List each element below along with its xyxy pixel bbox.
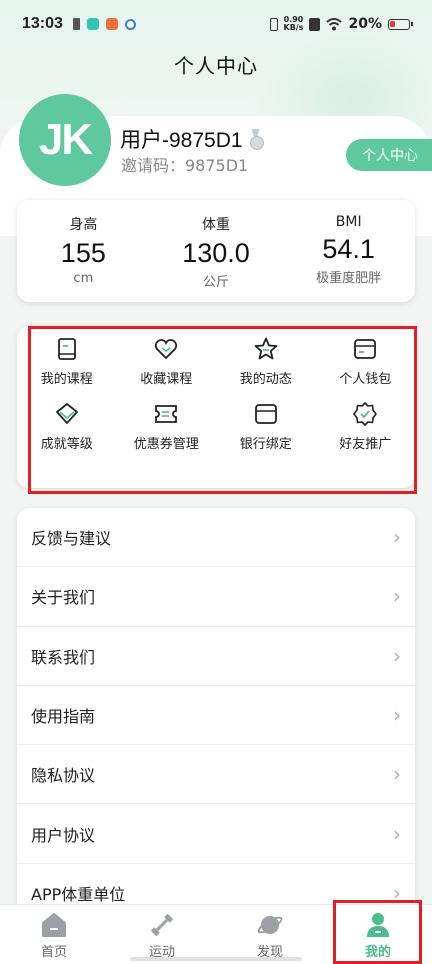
user-icon (367, 913, 389, 937)
grid-item-bank-binding[interactable]: 银行绑定 (216, 401, 316, 452)
coupon-icon (155, 405, 178, 423)
diamond-icon (55, 403, 78, 424)
notification-icons (72, 18, 136, 30)
status-bar: 13:03 0.90 KB/s 20% (0, 0, 432, 48)
tab-discover[interactable]: 发现 (216, 905, 324, 964)
grid-item-friend-referral[interactable]: 好友推广 (316, 401, 416, 452)
battery-percent: 20% (348, 16, 382, 32)
speed-unit: KB/s (283, 23, 304, 32)
tab-label: 我的 (364, 945, 391, 960)
grid-item-coupons[interactable]: 优惠券管理 (117, 401, 217, 452)
grid-item-achievements[interactable]: 成就等级 (17, 401, 117, 452)
stat-weight: 体重 130.0 公斤 (150, 200, 283, 302)
grid-item-my-courses[interactable]: 我的课程 (17, 336, 117, 387)
menu-item-label: 关于我们 (31, 588, 96, 608)
heart-icon (155, 339, 178, 360)
menu-item-contact[interactable]: 联系我们 › (17, 627, 415, 686)
grid-item-label: 成就等级 (40, 437, 93, 452)
stat-label: 体重 (202, 217, 230, 233)
stat-label: 身高 (69, 217, 98, 233)
chevron-right-icon: › (393, 525, 401, 550)
feature-grid-card: 我的课程 收藏课程 我的动态 个人钱包 成就等级 优惠券管理 银行绑定 好友推广 (17, 326, 415, 488)
chevron-right-icon: › (393, 584, 401, 609)
stat-value: 130.0 (182, 238, 250, 268)
stat-unit: cm (73, 271, 94, 286)
chevron-right-icon: › (393, 703, 401, 728)
card-icon (254, 404, 277, 424)
stat-label: BMI (335, 214, 362, 230)
menu-item-user-agreement[interactable]: 用户协议 › (17, 804, 415, 864)
sim-icon (72, 18, 80, 30)
star-icon (254, 337, 278, 360)
no-sim-icon (309, 17, 321, 31)
tab-exercise[interactable]: 运动 (108, 905, 216, 964)
menu-item-about[interactable]: 关于我们 › (17, 567, 415, 627)
home-icon (42, 913, 66, 937)
menu-item-label: 使用指南 (31, 707, 96, 727)
invite-code: 邀请码：9875D1 (121, 156, 249, 175)
menu-item-label: 隐私协议 (31, 766, 96, 786)
battery-icon (388, 18, 413, 30)
body-stats-card: 身高 155 cm 体重 130.0 公斤 BMI 54.1 极重度肥胖 (17, 200, 415, 302)
app-notification-icon (86, 18, 99, 30)
grid-item-favorite-courses[interactable]: 收藏课程 (117, 336, 217, 387)
menu-item-label: 反馈与建议 (31, 529, 112, 549)
home-indicator (130, 957, 302, 961)
grid-item-label: 个人钱包 (339, 372, 392, 387)
grid-item-wallet[interactable]: 个人钱包 (316, 336, 416, 387)
chevron-right-icon: › (393, 821, 401, 846)
chevron-right-icon: › (393, 880, 401, 905)
chevron-right-icon: › (393, 762, 401, 787)
menu-item-feedback[interactable]: 反馈与建议 › (17, 508, 415, 568)
dumbbell-icon (151, 914, 173, 936)
grid-item-label: 银行绑定 (239, 437, 292, 452)
feature-grid: 我的课程 收藏课程 我的动态 个人钱包 成就等级 优惠券管理 银行绑定 好友推广 (17, 336, 415, 452)
wallet-icon (354, 339, 377, 359)
username: 用户-9875D1 (120, 124, 264, 154)
profile-center-button[interactable]: 个人中心 (346, 139, 432, 171)
page-title: 个人中心 (174, 54, 258, 78)
medal-icon (249, 129, 264, 150)
menu-item-label: APP体重单位 (31, 884, 126, 904)
vibrate-icon (269, 17, 278, 31)
bottom-tab-bar: 首页 运动 发现 我的 (0, 904, 432, 964)
stat-value: 54.1 (322, 234, 375, 264)
tab-home[interactable]: 首页 (0, 905, 108, 964)
menu-item-label: 用户协议 (31, 825, 96, 845)
app-notification-icon-3 (124, 18, 136, 30)
grid-item-label: 优惠券管理 (133, 437, 199, 452)
settings-menu: 反馈与建议 › 关于我们 › 联系我们 › 使用指南 › 隐私协议 › 用户协议… (17, 508, 415, 928)
username-text: 用户-9875D1 (120, 129, 243, 152)
book-icon (57, 338, 76, 360)
stat-value: 155 (60, 238, 106, 268)
status-time: 13:03 (22, 15, 63, 32)
grid-item-label: 我的课程 (40, 372, 93, 387)
menu-item-label: 联系我们 (31, 647, 96, 667)
badge-icon (353, 402, 378, 426)
status-right: 0.90 KB/s 20% (269, 16, 413, 32)
app-notification-icon-2 (105, 18, 118, 30)
tab-mine[interactable]: 我的 (324, 905, 432, 964)
grid-item-label: 好友推广 (339, 437, 392, 452)
planet-icon (257, 916, 283, 934)
grid-item-my-posts[interactable]: 我的动态 (216, 336, 316, 387)
stat-bmi: BMI 54.1 极重度肥胖 (282, 200, 415, 302)
stat-unit: 公斤 (203, 275, 230, 290)
network-speed: 0.90 KB/s (284, 16, 304, 32)
menu-item-guide[interactable]: 使用指南 › (17, 686, 415, 746)
chevron-right-icon: › (393, 643, 401, 668)
stat-height: 身高 155 cm (17, 200, 150, 302)
avatar[interactable]: JK (19, 94, 111, 186)
menu-item-privacy[interactable]: 隐私协议 › (17, 745, 415, 805)
wifi-icon (326, 17, 343, 30)
grid-item-label: 我的动态 (239, 372, 292, 387)
grid-item-label: 收藏课程 (140, 372, 193, 387)
tab-label: 首页 (40, 945, 67, 960)
stat-unit: 极重度肥胖 (316, 271, 382, 286)
